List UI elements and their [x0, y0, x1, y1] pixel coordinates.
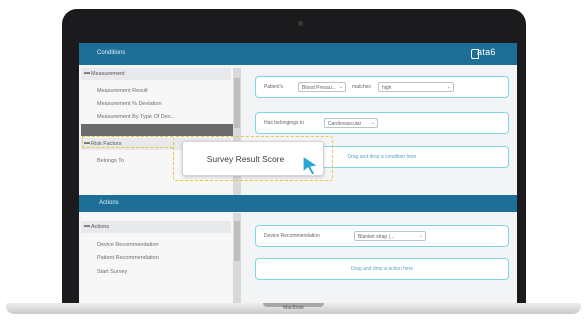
- conditions-header-bar: Conditions ata6: [79, 43, 517, 65]
- actions-header-bar: Actions: [79, 195, 517, 212]
- condition-rule-2[interactable]: Has belongings to Cardiovascular ⌄: [255, 112, 509, 134]
- group-header-actions[interactable]: ▬ Actions: [81, 221, 231, 233]
- list-item-measurement-by-type[interactable]: Measurement By Type Of Dev...: [97, 114, 175, 120]
- pointer-cursor-icon: [302, 155, 319, 176]
- chevron-down-icon: ⌄: [418, 233, 423, 239]
- rule-prefix: Patient's: [264, 84, 284, 90]
- scrollbar-thumb[interactable]: [234, 221, 240, 261]
- group-header-measurement[interactable]: ▬ Measurement: [81, 68, 231, 80]
- list-item-dragging-placeholder[interactable]: [81, 124, 233, 136]
- rule-operator: matches: [352, 84, 371, 90]
- conditions-title: Conditions: [97, 50, 126, 56]
- list-item-patient-recommendation[interactable]: Patient Recommendation: [97, 255, 159, 261]
- app-logo: ata6: [471, 47, 503, 59]
- scrollbar-thumb[interactable]: [234, 78, 240, 128]
- drop-hint: Drag and drop a action here: [350, 266, 414, 272]
- chevron-down-icon: ⌄: [370, 120, 375, 126]
- list-item-start-survey[interactable]: Start Survey: [97, 269, 127, 275]
- collapse-icon: ▬: [84, 70, 90, 76]
- rule-prefix: Device Recommendation: [264, 233, 320, 239]
- condition-rule-1[interactable]: Patient's Blood Pressu... ⌄ matches high ⌄: [255, 76, 509, 98]
- collapse-icon: ▬: [84, 223, 90, 229]
- action-rule-1[interactable]: Device Recommendation Blanket strap (...…: [255, 225, 509, 247]
- list-item-measurement-result[interactable]: Measurement Result: [97, 88, 148, 94]
- actions-scrollbar[interactable]: [233, 213, 241, 303]
- list-item-measurement-deviation[interactable]: Measurement % Deviation: [97, 101, 162, 107]
- rule-prefix: Has belongings to: [264, 120, 305, 126]
- rule-dropdown-measure[interactable]: Blood Pressu... ⌄: [298, 82, 346, 92]
- list-item-belongs-to[interactable]: Belongs To: [97, 158, 124, 164]
- dragged-item-label: Survey Result Score: [206, 154, 285, 164]
- rule-dropdown-device[interactable]: Blanket strap (... ⌄: [354, 231, 426, 241]
- chevron-down-icon: ⌄: [446, 84, 451, 90]
- chevron-down-icon: ⌄: [338, 84, 343, 90]
- drag-source-outline: [82, 136, 173, 148]
- logo-text: ata6: [477, 47, 496, 57]
- action-drop-zone[interactable]: Drag and drop a action here: [255, 258, 509, 280]
- device-brand-label: MacBook: [283, 305, 304, 311]
- actions-title: Actions: [99, 200, 119, 206]
- rule-dropdown-value[interactable]: high ⌄: [378, 82, 454, 92]
- camera-dot: [298, 21, 303, 26]
- group-label: Measurement: [91, 71, 125, 77]
- list-item-device-recommendation[interactable]: Device Recommendation: [97, 242, 158, 248]
- actions-list-panel: ▬ Actions Device Recommendation Patient …: [81, 213, 241, 303]
- group-label: Actions: [91, 224, 110, 230]
- rule-dropdown-category[interactable]: Cardiovascular ⌄: [324, 118, 378, 128]
